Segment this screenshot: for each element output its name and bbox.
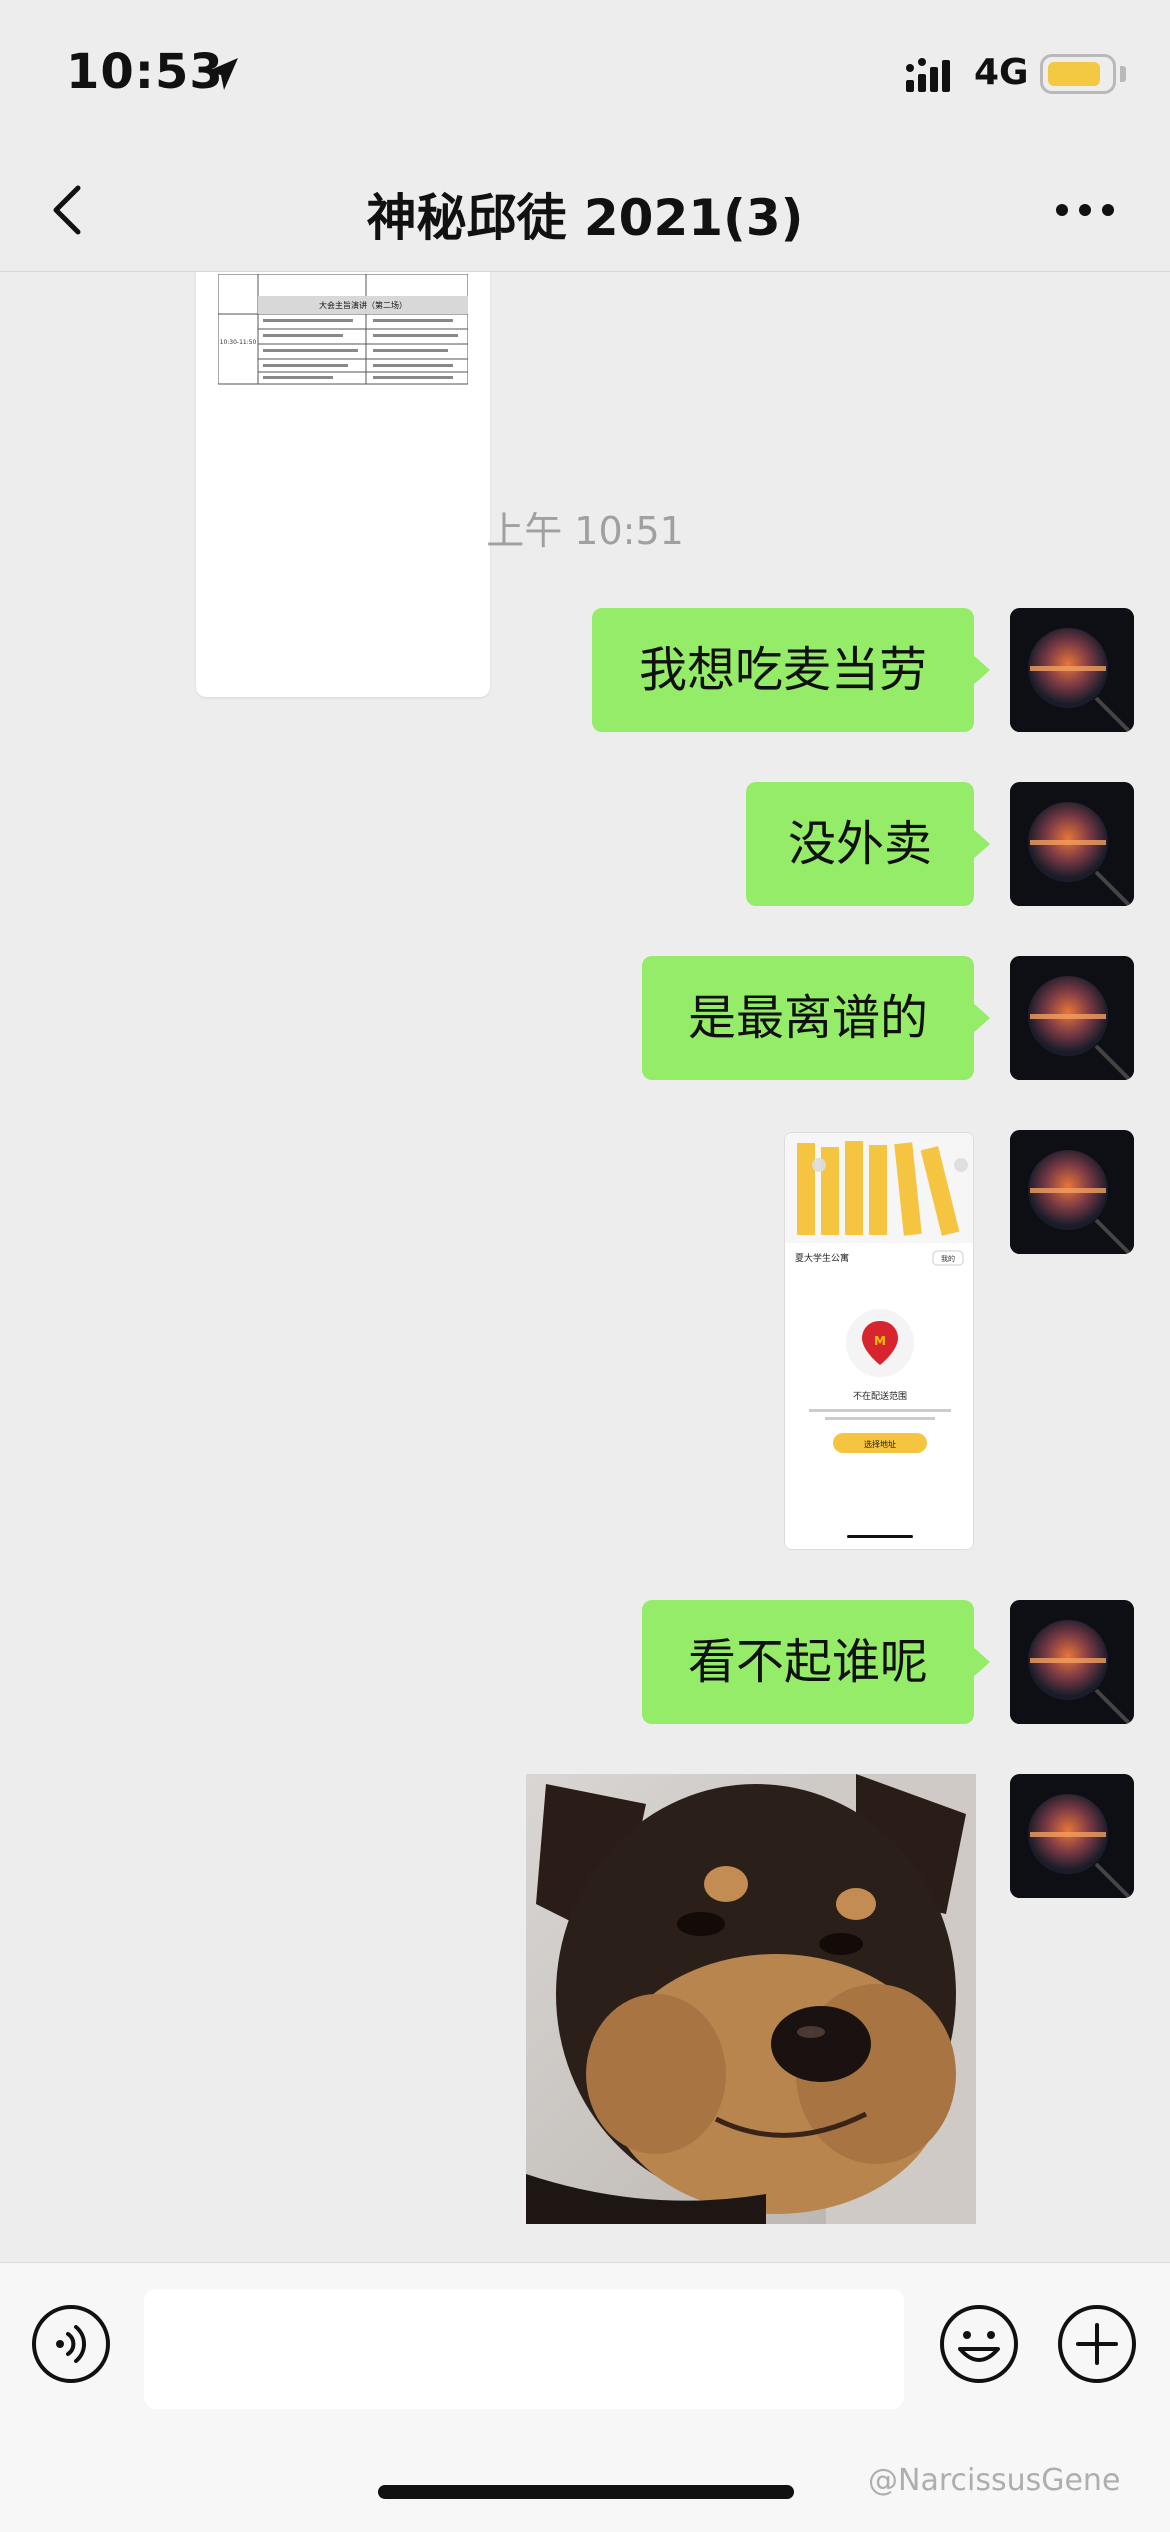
avatar[interactable] [1010, 1130, 1134, 1254]
avatar[interactable] [1010, 956, 1134, 1080]
avatar-sunset-image [1010, 1774, 1134, 1898]
screenshot-address: 夏大学生公寓 [795, 1252, 849, 1264]
network-type: 4G [974, 52, 1029, 93]
dog-sticker-image [526, 1774, 976, 2224]
location-arrow-icon [206, 58, 238, 90]
plus-icon[interactable] [1056, 2303, 1138, 2385]
message-input[interactable] [144, 2289, 904, 2409]
message-bubble[interactable]: 是最离谱的 [642, 956, 990, 1080]
message-timestamp: 上午 10:51 [486, 509, 684, 553]
screenshot-status: 不在配送范围 [853, 1390, 907, 1402]
avatar[interactable] [1010, 782, 1134, 906]
emoji-icon[interactable] [938, 2303, 1020, 2385]
more-dots-icon[interactable] [1050, 180, 1120, 240]
battery-tip [1120, 66, 1126, 82]
status-bar: 10:53 4G [0, 0, 1170, 150]
avatar-sunset-image [1010, 1600, 1134, 1724]
chat-title: 神秘邱徒 2021(3) [366, 189, 804, 247]
battery-level [1048, 62, 1100, 86]
avatar[interactable] [1010, 1774, 1134, 1898]
document-time-range: 10:30-11:50 [220, 339, 257, 346]
avatar[interactable] [1010, 608, 1134, 732]
document-section-title: 大会主旨演讲（第二场） [319, 300, 407, 310]
screenshot-button: 选择地址 [864, 1439, 896, 1449]
chat-nav-bar: 神秘邱徒 2021(3) [0, 150, 1170, 272]
chat-input-bar: @NarcissusGene [0, 2262, 1170, 2532]
message-bubble[interactable]: 没外卖 [746, 782, 990, 906]
image-message-screenshot[interactable]: 夏大学生公寓 我的 M 不在配送范围 选择地址 [784, 1132, 974, 1550]
avatar-sunset-image [1010, 1130, 1134, 1254]
delivery-app-screenshot: 夏大学生公寓 我的 M 不在配送范围 选择地址 [785, 1133, 973, 1549]
avatar[interactable] [1010, 1600, 1134, 1724]
document-thumbnail[interactable]: 大会主旨演讲（第二场） 10:30-11:50 [196, 272, 490, 697]
dog-sticker[interactable] [526, 1774, 976, 2224]
battery-icon [1040, 54, 1116, 94]
screenshot-mine: 我的 [941, 1254, 955, 1263]
message-bubble[interactable]: 我想吃麦当劳 [592, 608, 990, 732]
signal-icon [906, 58, 950, 92]
avatar-sunset-image [1010, 782, 1134, 906]
document-table-graphic: 大会主旨演讲（第二场） 10:30-11:50 [218, 274, 468, 385]
home-indicator[interactable] [378, 2485, 794, 2499]
voice-icon[interactable] [30, 2303, 112, 2385]
svg-text:M: M [874, 1334, 886, 1348]
status-time: 10:53 [66, 44, 224, 100]
avatar-sunset-image [1010, 956, 1134, 1080]
message-bubble[interactable]: 看不起谁呢 [642, 1600, 990, 1724]
weibo-watermark: @NarcissusGene [868, 2463, 1121, 2498]
chat-message-list[interactable]: 大会主旨演讲（第二场） 10:30-11:50 上午 10:51 我想吃麦当劳 [0, 272, 1170, 2262]
avatar-sunset-image [1010, 608, 1134, 732]
